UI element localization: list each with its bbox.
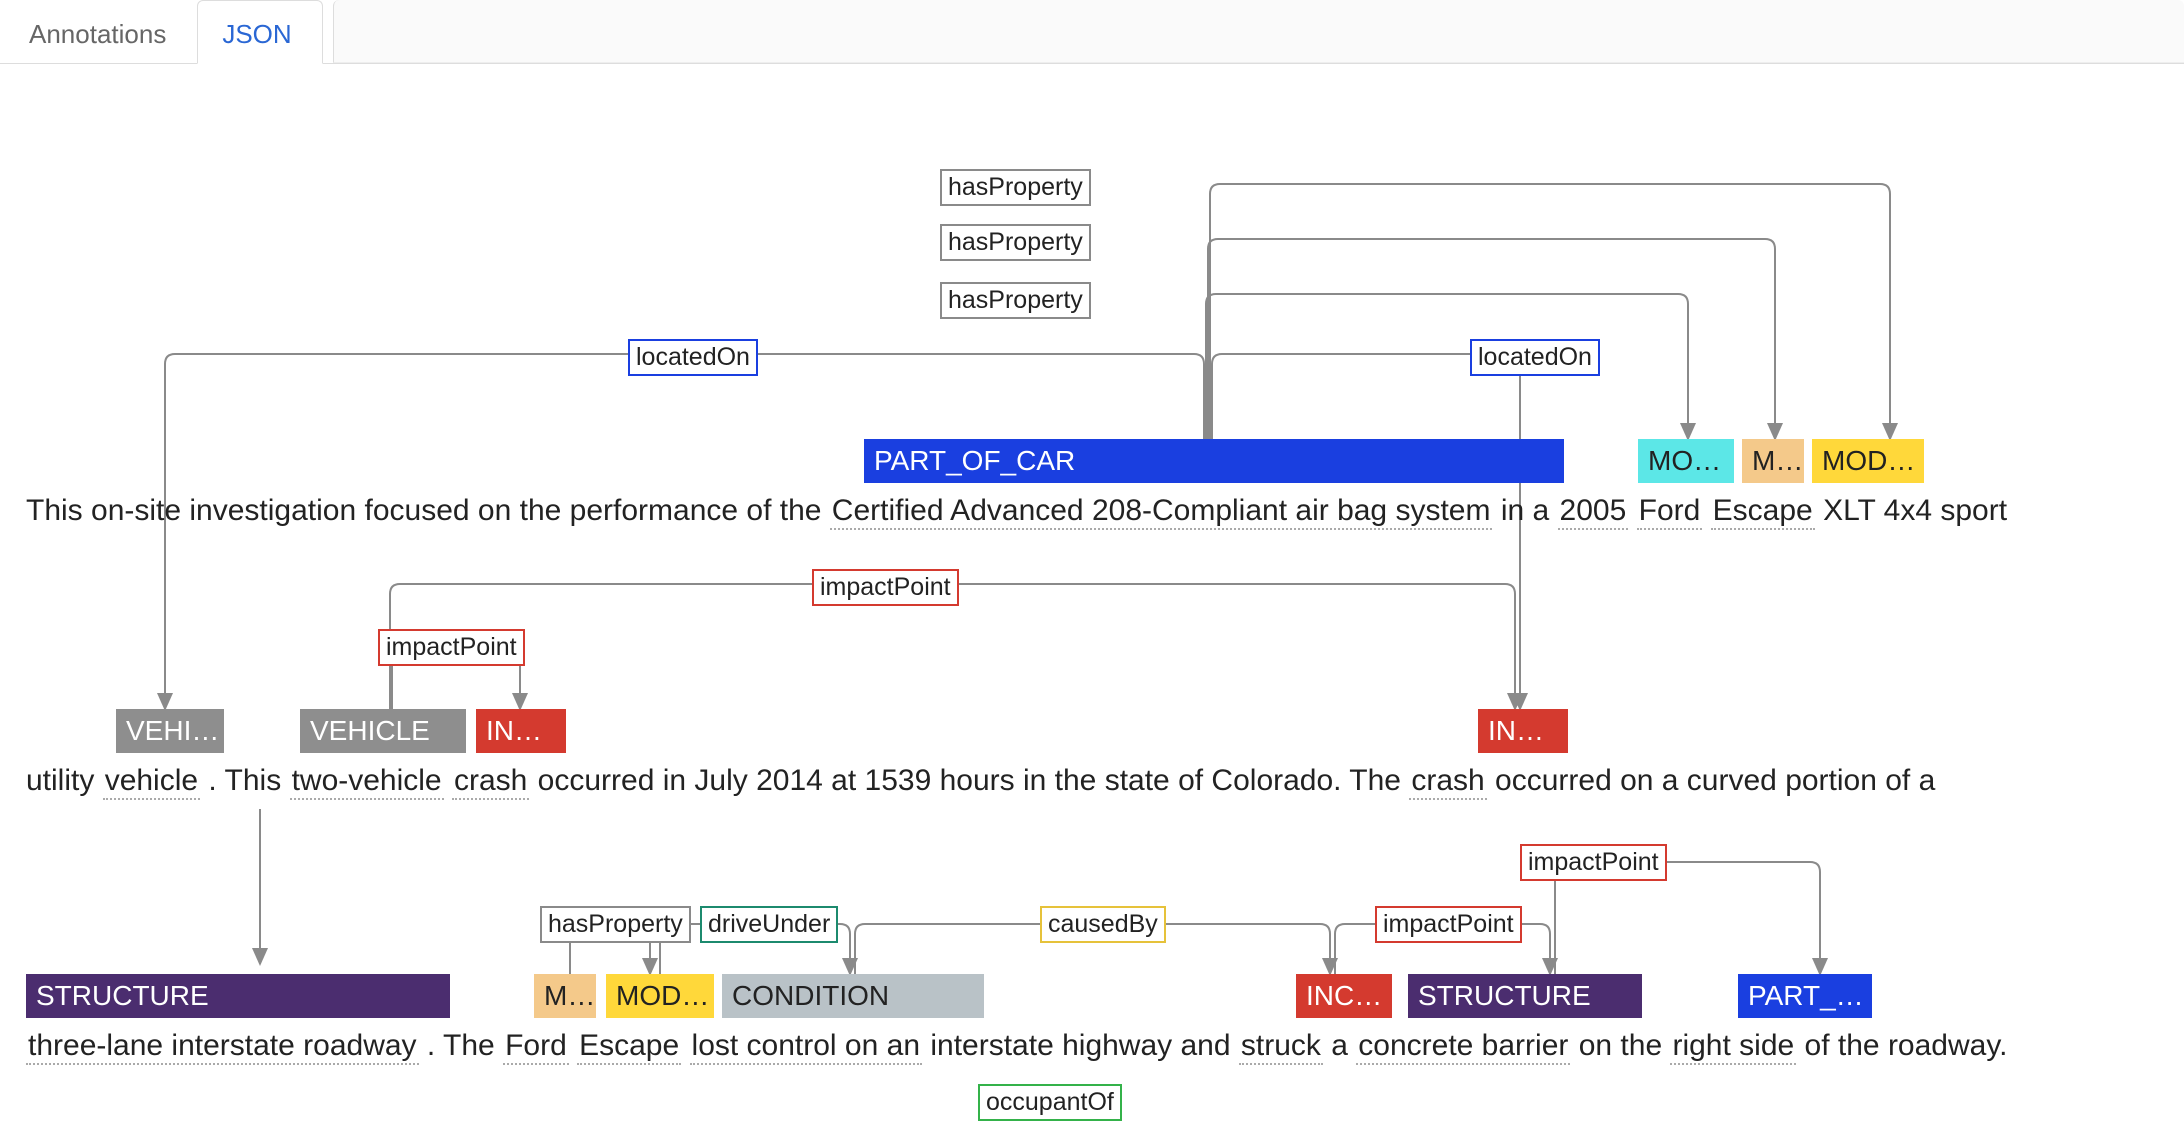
rel-locatedon-right: locatedOn — [1470, 339, 1600, 376]
relation-edges — [0, 64, 2184, 1114]
ent-label-vehicle[interactable]: VEHICLE — [300, 709, 466, 753]
text: a — [1331, 1029, 1356, 1062]
ent-label-in-1[interactable]: IN… — [476, 709, 566, 753]
ent-span-make2[interactable]: Ford — [503, 1029, 569, 1065]
rel-locatedon-left: locatedOn — [628, 339, 758, 376]
ent-span-crash2[interactable]: crash — [1409, 764, 1486, 800]
ent-span-vehicle[interactable]: vehicle — [103, 764, 200, 800]
text: on the — [1579, 1029, 1671, 1062]
ent-label-m-2[interactable]: M… — [534, 974, 596, 1018]
ent-span-part2[interactable]: right side — [1670, 1029, 1796, 1065]
text: XLT 4x4 sport — [1823, 494, 2007, 527]
text: of the roadway. — [1805, 1029, 2008, 1062]
text: . The — [427, 1029, 503, 1062]
text: occurred in July 2014 at 1539 hours in t… — [538, 764, 1410, 797]
ent-label-condition[interactable]: CONDITION — [722, 974, 984, 1018]
ent-label-mod[interactable]: MOD… — [1812, 439, 1924, 483]
rel-impactpoint-small: impactPoint — [378, 629, 525, 666]
ent-label-mod-2[interactable]: MOD… — [606, 974, 714, 1018]
text: This on-site investigation focused on th… — [26, 494, 830, 527]
ent-span-struct1[interactable]: three-lane interstate roadway — [26, 1029, 419, 1065]
ent-span-twoveh[interactable]: two-vehicle — [290, 764, 444, 800]
text: utility — [26, 764, 103, 797]
text: in a — [1501, 494, 1558, 527]
rel-hasproperty-l3: hasProperty — [540, 906, 691, 943]
rel-causedby: causedBy — [1040, 906, 1166, 943]
ent-span-model[interactable]: Escape — [1711, 494, 1815, 530]
ent-span-crash1[interactable]: crash — [452, 764, 529, 800]
rel-impactpoint-upper-l3: impactPoint — [1520, 844, 1667, 881]
tab-annotations[interactable]: Annotations — [4, 0, 197, 63]
text-line-2: utility vehicle . This two-vehicle crash… — [26, 764, 1935, 800]
ent-span-inc[interactable]: struck — [1239, 1029, 1323, 1065]
text-line-3: three-lane interstate roadway . The Ford… — [26, 1029, 2007, 1065]
rel-hasproperty-2: hasProperty — [940, 224, 1091, 261]
tab-json[interactable]: JSON — [197, 0, 322, 64]
text: occurred on a curved portion of a — [1495, 764, 1935, 797]
rel-impactpoint-l3: impactPoint — [1375, 906, 1522, 943]
ent-span-cond[interactable]: lost control on an — [690, 1029, 922, 1065]
rel-occupantof: occupantOf — [978, 1084, 1122, 1121]
tab-bar: Annotations JSON — [0, 0, 2184, 64]
ent-label-structure-2[interactable]: STRUCTURE — [1408, 974, 1642, 1018]
rel-impactpoint-top: impactPoint — [812, 569, 959, 606]
rel-hasproperty-3: hasProperty — [940, 282, 1091, 319]
text-line-1: This on-site investigation focused on th… — [26, 494, 2007, 530]
ent-label-part-trunc[interactable]: PART_… — [1738, 974, 1872, 1018]
text: . This — [208, 764, 289, 797]
ent-label-in-2[interactable]: IN… — [1478, 709, 1568, 753]
ent-span-make[interactable]: Ford — [1637, 494, 1703, 530]
rel-hasproperty-1: hasProperty — [940, 169, 1091, 206]
ent-span-model2[interactable]: Escape — [577, 1029, 681, 1065]
tab-filler — [333, 0, 2184, 63]
ent-label-mo[interactable]: MO… — [1638, 439, 1734, 483]
text: interstate highway and — [930, 1029, 1239, 1062]
ent-span-struct2[interactable]: concrete barrier — [1356, 1029, 1570, 1065]
ent-label-inc[interactable]: INC… — [1296, 974, 1392, 1018]
annotation-canvas: hasProperty hasProperty hasProperty loca… — [0, 64, 2184, 1114]
ent-span-year[interactable]: 2005 — [1558, 494, 1629, 530]
ent-span-part[interactable]: Certified Advanced 208-Compliant air bag… — [830, 494, 1493, 530]
ent-label-part-of-car[interactable]: PART_OF_CAR — [864, 439, 1564, 483]
ent-label-structure-1[interactable]: STRUCTURE — [26, 974, 450, 1018]
ent-label-m[interactable]: M… — [1742, 439, 1804, 483]
rel-driveunder: driveUnder — [700, 906, 838, 943]
ent-label-vehi[interactable]: VEHI… — [116, 709, 224, 753]
